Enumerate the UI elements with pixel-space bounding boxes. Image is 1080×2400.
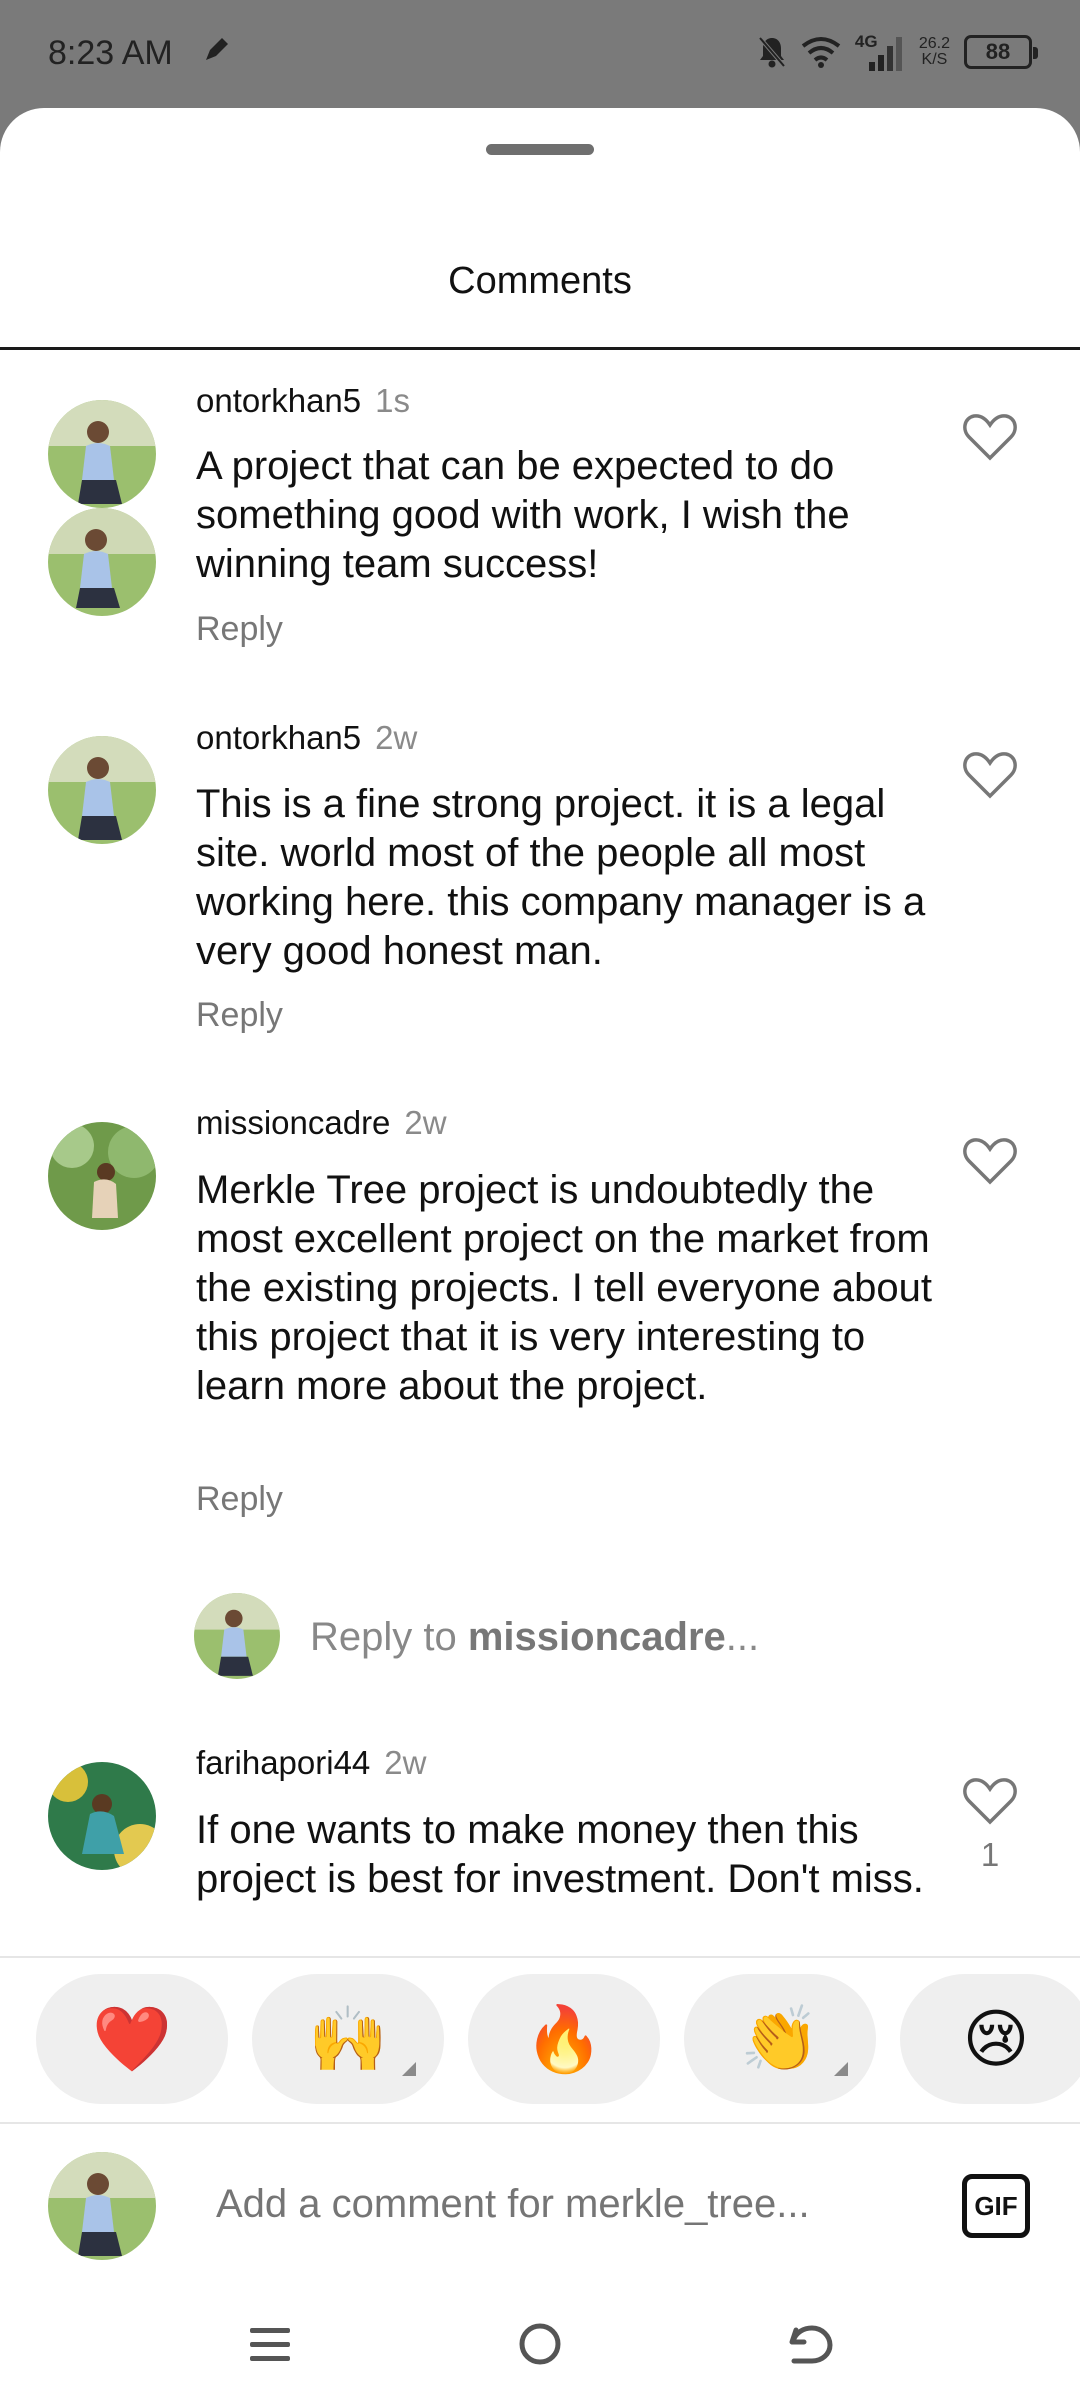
reaction-fire[interactable]: 🔥	[468, 1974, 660, 2104]
comment-username[interactable]: missioncadre	[196, 1104, 390, 1141]
pen-icon	[206, 38, 228, 60]
back-icon	[789, 2325, 833, 2364]
user-avatar-image	[194, 1593, 280, 1679]
reply-button[interactable]: Reply	[196, 1480, 283, 1519]
bell-muted-icon	[758, 36, 786, 68]
user-avatar-image	[48, 736, 156, 844]
comment-time: 1s	[375, 382, 410, 419]
nav-home-button[interactable]	[510, 2314, 570, 2374]
net-speed-unit: K/S	[921, 51, 948, 68]
gif-button[interactable]: GIF	[962, 2174, 1030, 2238]
skin-tone-indicator-icon	[834, 2062, 848, 2076]
user-avatar-image	[48, 400, 156, 508]
user-avatar-image	[48, 508, 156, 616]
menu-icon	[250, 2328, 290, 2361]
reply-prompt-text: Reply to missioncadre...	[310, 1615, 759, 1660]
avatar	[48, 2152, 156, 2260]
comment-header: ontorkhan5 1s	[196, 382, 410, 420]
skin-tone-indicator-icon	[402, 2062, 416, 2076]
user-avatar-image	[48, 1122, 156, 1230]
comment-input[interactable]	[216, 2182, 856, 2227]
comment-time: 2w	[375, 719, 418, 756]
sheet-grabber[interactable]	[486, 144, 594, 155]
reply-prompt-prefix: Reply to	[310, 1615, 468, 1659]
avatar[interactable]	[48, 1122, 156, 1230]
reaction-raising-hands[interactable]: 🙌	[252, 1974, 444, 2104]
comment-username[interactable]: farihapori44	[196, 1744, 370, 1781]
signal-bars-icon	[868, 37, 902, 71]
avatar[interactable]	[48, 1762, 156, 1870]
comment-text: If one wants to make money then this pro…	[196, 1808, 924, 1901]
reply-button[interactable]: Reply	[196, 996, 283, 1035]
battery-icon: 88	[964, 35, 1038, 69]
like-button[interactable]	[962, 1776, 1018, 1826]
nav-back-button[interactable]	[780, 2314, 840, 2374]
reaction-crying-face[interactable]: 😢	[900, 1974, 1080, 2104]
nav-menu-button[interactable]	[240, 2314, 300, 2374]
net-speed: 26.2 K/S	[919, 36, 950, 68]
raising-hands-emoji: 🙌	[308, 2002, 388, 2075]
comment-time: 2w	[384, 1744, 427, 1781]
wifi-icon	[801, 37, 841, 68]
comment-composer: GIF	[0, 2126, 1080, 2296]
comment-text: Merkle Tree project is undoubtedly the m…	[196, 1168, 932, 1408]
comment-text: This is a fine strong project. it is a l…	[196, 782, 926, 973]
cell-signal: 4G	[855, 32, 905, 72]
user-avatar-image	[48, 1762, 156, 1870]
avatar[interactable]	[48, 508, 156, 616]
avatar	[194, 1593, 280, 1679]
title-divider	[0, 347, 1080, 350]
status-bar: 8:23 AM 4G 26.2 K/S 88	[0, 0, 1080, 108]
quick-reactions-bar: ❤️ 🙌 🔥 👏 😢	[0, 1956, 1080, 2124]
comment-username[interactable]: ontorkhan5	[196, 382, 361, 419]
heart-outline-icon	[963, 1778, 1017, 1825]
fire-emoji: 🔥	[524, 2002, 604, 2075]
heart-emoji: ❤️	[92, 2002, 172, 2075]
comment-header: ontorkhan5 2w	[196, 719, 417, 757]
reply-prompt-username: missioncadre	[467, 1615, 726, 1659]
system-nav-bar	[0, 2296, 1080, 2400]
avatar[interactable]	[48, 400, 156, 508]
heart-outline-icon	[963, 414, 1017, 461]
comment-time: 2w	[404, 1104, 447, 1141]
like-button[interactable]	[962, 412, 1018, 462]
reply-button[interactable]: Reply	[196, 610, 283, 649]
comment-username[interactable]: ontorkhan5	[196, 719, 361, 756]
clapping-hands-emoji: 👏	[740, 2002, 820, 2075]
avatar[interactable]	[48, 736, 156, 844]
reply-prompt-ellipsis: ...	[725, 1615, 760, 1659]
status-time: 8:23 AM	[48, 34, 173, 72]
battery-level: 88	[985, 39, 1011, 64]
net-speed-value: 26.2	[918, 35, 950, 52]
crying-face-emoji: 😢	[962, 2002, 1030, 2075]
status-icons: 4G 26.2 K/S 88	[757, 30, 1038, 74]
heart-outline-icon	[963, 752, 1017, 799]
comment-header: missioncadre 2w	[196, 1104, 447, 1142]
comment-text: A project that can be expected to do som…	[196, 444, 850, 586]
heart-outline-icon	[963, 1138, 1017, 1185]
reaction-clapping-hands[interactable]: 👏	[684, 1974, 876, 2104]
home-circle-icon	[519, 2323, 561, 2365]
user-avatar-image	[48, 2152, 156, 2260]
reaction-heart[interactable]: ❤️	[36, 1974, 228, 2104]
sheet-title: Comments	[448, 260, 632, 302]
comment-header: farihapori44 2w	[196, 1744, 426, 1782]
like-count: 1	[980, 1836, 1000, 1873]
like-button[interactable]	[962, 750, 1018, 800]
like-button[interactable]	[962, 1136, 1018, 1186]
